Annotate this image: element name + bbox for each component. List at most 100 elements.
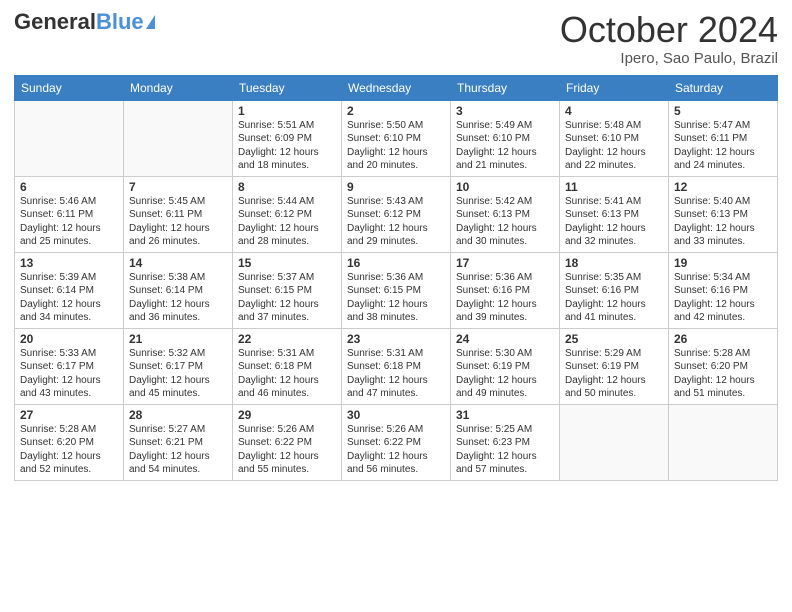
table-row bbox=[669, 404, 778, 480]
table-row: 6Sunrise: 5:46 AMSunset: 6:11 PMDaylight… bbox=[15, 176, 124, 252]
day-number: 27 bbox=[20, 408, 118, 422]
day-number: 7 bbox=[129, 180, 227, 194]
day-number: 29 bbox=[238, 408, 336, 422]
table-row: 2Sunrise: 5:50 AMSunset: 6:10 PMDaylight… bbox=[342, 100, 451, 176]
day-number: 19 bbox=[674, 256, 772, 270]
table-row: 8Sunrise: 5:44 AMSunset: 6:12 PMDaylight… bbox=[233, 176, 342, 252]
page-header: GeneralBlue October 2024 Ipero, Sao Paul… bbox=[14, 10, 778, 67]
col-monday: Monday bbox=[124, 75, 233, 100]
calendar-table: Sunday Monday Tuesday Wednesday Thursday… bbox=[14, 75, 778, 481]
table-row: 1Sunrise: 5:51 AMSunset: 6:09 PMDaylight… bbox=[233, 100, 342, 176]
location-text: Ipero, Sao Paulo, Brazil bbox=[560, 50, 778, 67]
calendar-header-row: Sunday Monday Tuesday Wednesday Thursday… bbox=[15, 75, 778, 100]
day-number: 30 bbox=[347, 408, 445, 422]
day-content: Sunrise: 5:31 AMSunset: 6:18 PMDaylight:… bbox=[238, 347, 336, 401]
day-number: 26 bbox=[674, 332, 772, 346]
day-content: Sunrise: 5:43 AMSunset: 6:12 PMDaylight:… bbox=[347, 195, 445, 249]
day-content: Sunrise: 5:51 AMSunset: 6:09 PMDaylight:… bbox=[238, 119, 336, 173]
day-content: Sunrise: 5:31 AMSunset: 6:18 PMDaylight:… bbox=[347, 347, 445, 401]
day-number: 15 bbox=[238, 256, 336, 270]
col-saturday: Saturday bbox=[669, 75, 778, 100]
day-number: 21 bbox=[129, 332, 227, 346]
day-content: Sunrise: 5:40 AMSunset: 6:13 PMDaylight:… bbox=[674, 195, 772, 249]
day-content: Sunrise: 5:49 AMSunset: 6:10 PMDaylight:… bbox=[456, 119, 554, 173]
table-row: 23Sunrise: 5:31 AMSunset: 6:18 PMDayligh… bbox=[342, 328, 451, 404]
day-number: 18 bbox=[565, 256, 663, 270]
table-row: 26Sunrise: 5:28 AMSunset: 6:20 PMDayligh… bbox=[669, 328, 778, 404]
day-content: Sunrise: 5:26 AMSunset: 6:22 PMDaylight:… bbox=[347, 423, 445, 477]
day-content: Sunrise: 5:44 AMSunset: 6:12 PMDaylight:… bbox=[238, 195, 336, 249]
day-content: Sunrise: 5:35 AMSunset: 6:16 PMDaylight:… bbox=[565, 271, 663, 325]
table-row: 20Sunrise: 5:33 AMSunset: 6:17 PMDayligh… bbox=[15, 328, 124, 404]
table-row: 4Sunrise: 5:48 AMSunset: 6:10 PMDaylight… bbox=[560, 100, 669, 176]
day-content: Sunrise: 5:33 AMSunset: 6:17 PMDaylight:… bbox=[20, 347, 118, 401]
table-row: 13Sunrise: 5:39 AMSunset: 6:14 PMDayligh… bbox=[15, 252, 124, 328]
day-number: 2 bbox=[347, 104, 445, 118]
day-number: 17 bbox=[456, 256, 554, 270]
table-row: 5Sunrise: 5:47 AMSunset: 6:11 PMDaylight… bbox=[669, 100, 778, 176]
col-wednesday: Wednesday bbox=[342, 75, 451, 100]
table-row bbox=[15, 100, 124, 176]
day-number: 1 bbox=[238, 104, 336, 118]
day-content: Sunrise: 5:45 AMSunset: 6:11 PMDaylight:… bbox=[129, 195, 227, 249]
day-content: Sunrise: 5:41 AMSunset: 6:13 PMDaylight:… bbox=[565, 195, 663, 249]
day-content: Sunrise: 5:25 AMSunset: 6:23 PMDaylight:… bbox=[456, 423, 554, 477]
table-row: 17Sunrise: 5:36 AMSunset: 6:16 PMDayligh… bbox=[451, 252, 560, 328]
calendar-row: 6Sunrise: 5:46 AMSunset: 6:11 PMDaylight… bbox=[15, 176, 778, 252]
table-row: 19Sunrise: 5:34 AMSunset: 6:16 PMDayligh… bbox=[669, 252, 778, 328]
day-content: Sunrise: 5:32 AMSunset: 6:17 PMDaylight:… bbox=[129, 347, 227, 401]
table-row: 24Sunrise: 5:30 AMSunset: 6:19 PMDayligh… bbox=[451, 328, 560, 404]
day-number: 10 bbox=[456, 180, 554, 194]
table-row: 3Sunrise: 5:49 AMSunset: 6:10 PMDaylight… bbox=[451, 100, 560, 176]
day-content: Sunrise: 5:26 AMSunset: 6:22 PMDaylight:… bbox=[238, 423, 336, 477]
table-row: 31Sunrise: 5:25 AMSunset: 6:23 PMDayligh… bbox=[451, 404, 560, 480]
logo-triangle-icon bbox=[146, 15, 155, 29]
day-number: 5 bbox=[674, 104, 772, 118]
col-tuesday: Tuesday bbox=[233, 75, 342, 100]
month-title: October 2024 bbox=[560, 10, 778, 50]
calendar-row: 27Sunrise: 5:28 AMSunset: 6:20 PMDayligh… bbox=[15, 404, 778, 480]
day-content: Sunrise: 5:39 AMSunset: 6:14 PMDaylight:… bbox=[20, 271, 118, 325]
table-row: 18Sunrise: 5:35 AMSunset: 6:16 PMDayligh… bbox=[560, 252, 669, 328]
table-row: 30Sunrise: 5:26 AMSunset: 6:22 PMDayligh… bbox=[342, 404, 451, 480]
calendar-row: 1Sunrise: 5:51 AMSunset: 6:09 PMDaylight… bbox=[15, 100, 778, 176]
table-row: 9Sunrise: 5:43 AMSunset: 6:12 PMDaylight… bbox=[342, 176, 451, 252]
day-content: Sunrise: 5:46 AMSunset: 6:11 PMDaylight:… bbox=[20, 195, 118, 249]
day-number: 28 bbox=[129, 408, 227, 422]
day-content: Sunrise: 5:36 AMSunset: 6:15 PMDaylight:… bbox=[347, 271, 445, 325]
table-row: 12Sunrise: 5:40 AMSunset: 6:13 PMDayligh… bbox=[669, 176, 778, 252]
table-row: 22Sunrise: 5:31 AMSunset: 6:18 PMDayligh… bbox=[233, 328, 342, 404]
calendar-row: 13Sunrise: 5:39 AMSunset: 6:14 PMDayligh… bbox=[15, 252, 778, 328]
logo-text: GeneralBlue bbox=[14, 10, 144, 34]
day-number: 31 bbox=[456, 408, 554, 422]
day-number: 6 bbox=[20, 180, 118, 194]
table-row: 28Sunrise: 5:27 AMSunset: 6:21 PMDayligh… bbox=[124, 404, 233, 480]
page-container: GeneralBlue October 2024 Ipero, Sao Paul… bbox=[0, 0, 792, 491]
day-number: 22 bbox=[238, 332, 336, 346]
day-content: Sunrise: 5:37 AMSunset: 6:15 PMDaylight:… bbox=[238, 271, 336, 325]
col-sunday: Sunday bbox=[15, 75, 124, 100]
title-section: October 2024 Ipero, Sao Paulo, Brazil bbox=[560, 10, 778, 67]
day-number: 16 bbox=[347, 256, 445, 270]
day-content: Sunrise: 5:36 AMSunset: 6:16 PMDaylight:… bbox=[456, 271, 554, 325]
day-number: 13 bbox=[20, 256, 118, 270]
day-number: 12 bbox=[674, 180, 772, 194]
day-number: 4 bbox=[565, 104, 663, 118]
day-number: 3 bbox=[456, 104, 554, 118]
day-content: Sunrise: 5:30 AMSunset: 6:19 PMDaylight:… bbox=[456, 347, 554, 401]
day-content: Sunrise: 5:27 AMSunset: 6:21 PMDaylight:… bbox=[129, 423, 227, 477]
table-row: 14Sunrise: 5:38 AMSunset: 6:14 PMDayligh… bbox=[124, 252, 233, 328]
day-number: 24 bbox=[456, 332, 554, 346]
table-row: 10Sunrise: 5:42 AMSunset: 6:13 PMDayligh… bbox=[451, 176, 560, 252]
day-content: Sunrise: 5:50 AMSunset: 6:10 PMDaylight:… bbox=[347, 119, 445, 173]
day-number: 8 bbox=[238, 180, 336, 194]
day-content: Sunrise: 5:28 AMSunset: 6:20 PMDaylight:… bbox=[674, 347, 772, 401]
day-content: Sunrise: 5:47 AMSunset: 6:11 PMDaylight:… bbox=[674, 119, 772, 173]
table-row bbox=[124, 100, 233, 176]
day-content: Sunrise: 5:42 AMSunset: 6:13 PMDaylight:… bbox=[456, 195, 554, 249]
table-row: 27Sunrise: 5:28 AMSunset: 6:20 PMDayligh… bbox=[15, 404, 124, 480]
table-row: 16Sunrise: 5:36 AMSunset: 6:15 PMDayligh… bbox=[342, 252, 451, 328]
day-number: 25 bbox=[565, 332, 663, 346]
logo: GeneralBlue bbox=[14, 10, 155, 34]
day-number: 11 bbox=[565, 180, 663, 194]
